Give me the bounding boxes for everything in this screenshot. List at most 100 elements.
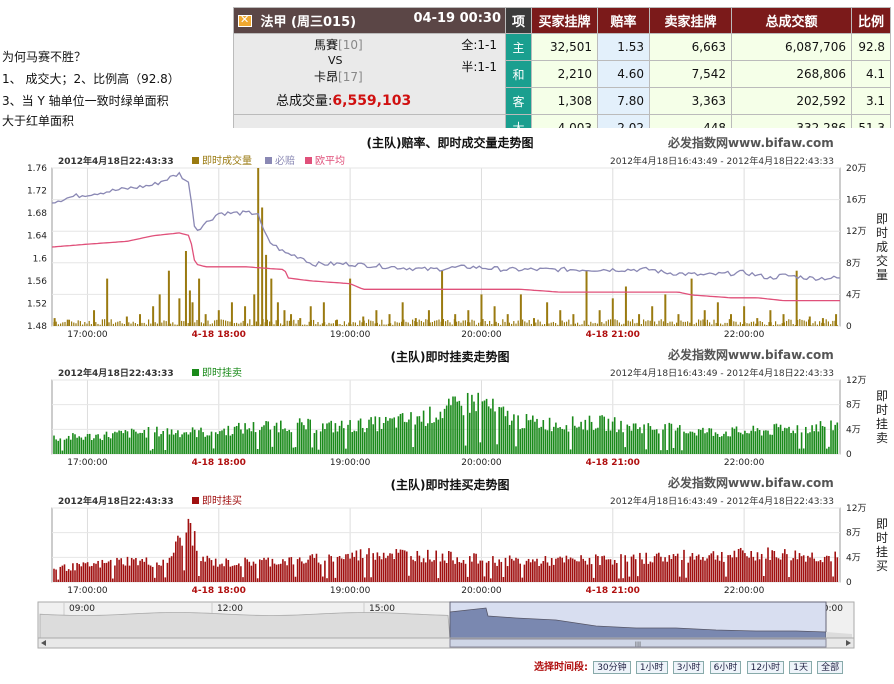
legend-euro-swatch (305, 157, 312, 164)
y-axis-label-char: 挂 (876, 417, 888, 431)
total-volume-label: 总成交量: (276, 94, 333, 109)
y-tick-label: 16万 (846, 196, 866, 206)
sell-legend: 即时挂卖 (202, 366, 242, 379)
y-axis-label-char: 即 (876, 517, 888, 531)
header-buy: 买家挂牌 (531, 7, 599, 34)
y-tick-label: 8万 (846, 529, 861, 539)
y-tick-label: 0 (846, 450, 852, 460)
chart-timestamp: 2012年4月18日22:43:33 (58, 495, 174, 507)
header-item: 项 (504, 7, 533, 34)
y-axis-label-char: 挂 (876, 545, 888, 559)
row-total: 6,087,706 (731, 33, 853, 61)
screen: 为何马赛不胜？ 1、 成交大；2、比例高（92.8） 3、当 Y 轴单位一致时绿… (0, 0, 894, 684)
timeline-tick-label: 12:00 (217, 604, 243, 614)
chart-range-text: 2012年4月18日16:43:49 - 2012年4月18日22:43:33 (610, 367, 834, 379)
row-pct: 3.1 (851, 87, 892, 115)
row-sell: 6,663 (649, 33, 733, 61)
header-pct: 比例 (851, 7, 892, 34)
full-score: 全:1-1 (461, 38, 497, 52)
range-3h-button[interactable]: 3小时 (672, 661, 705, 674)
match-title: 法甲 (周三015) (260, 15, 357, 30)
range-selector: 选择时间段: 30分钟 1小时 3小时 6小时 12小时 1天 全部 (534, 658, 844, 674)
y-axis-label-char: 即 (876, 389, 888, 403)
note-line-3: 3、当 Y 轴单位一致时绿单面积 (2, 94, 169, 108)
row-total: 268,806 (731, 60, 853, 88)
row-pct: 4.1 (851, 60, 892, 88)
y-left-tick-label: 1.48 (27, 322, 47, 332)
home-team-rank: [10] (338, 38, 363, 52)
sell-chart: 17:00:00 4-18 18:00 19:00:00 20:00:00 4-18 2… (51, 366, 888, 468)
range-all-button[interactable]: 全部 (817, 661, 844, 674)
x-tick-label: 22:00:00 (724, 330, 765, 340)
y-tick-label: 0 (846, 578, 852, 588)
x-tick-label: 4-18 18:00 (192, 330, 246, 340)
timeline-history-area (39, 612, 451, 639)
buy-chart: 17:00:00 4-18 18:00 19:00:00 20:00:00 4-18 2… (51, 494, 888, 596)
y-tick-label: 8万 (846, 259, 861, 269)
y-axis-label: 即时挂卖 (876, 389, 888, 445)
row-opt[interactable]: 主 (504, 33, 533, 61)
y-tick-label: 12万 (846, 376, 866, 386)
y-axis-label: 即时挂买 (876, 517, 888, 573)
chart-timestamp: 2012年4月18日22:43:33 (58, 367, 174, 379)
row-total: 202,592 (731, 87, 853, 115)
sell-legend-swatch (192, 369, 199, 376)
x-tick-label: 22:00:00 (724, 586, 765, 596)
y-left-tick-label: 1.64 (27, 232, 47, 242)
x-tick-label: 22:00:00 (724, 458, 765, 468)
y-axis-label-char: 成 (876, 240, 888, 254)
y-left-tick-label: 1.52 (27, 299, 47, 309)
y-tick-label: 12万 (846, 504, 866, 514)
y-left-tick-label: 1.56 (27, 277, 47, 287)
row-odds: 7.80 (597, 87, 651, 115)
range-30min-button[interactable]: 30分钟 (593, 661, 631, 674)
y-axis-label-char: 即 (876, 212, 888, 226)
market-table: 法甲 (周三015) 04-19 00:30 项 买家挂牌 赔率 卖家挂牌 总成… (233, 7, 892, 141)
y-left-tick-label: 1.6 (33, 254, 48, 264)
row-sell: 3,363 (649, 87, 733, 115)
home-team: 馬賽[10] (314, 36, 363, 53)
y-tick-label: 4万 (846, 425, 861, 435)
range-6h-button[interactable]: 6小时 (709, 661, 742, 674)
legend-volume-swatch (192, 157, 199, 164)
note-line-1: 为何马赛不胜？ (2, 50, 87, 64)
header-sell: 卖家挂牌 (649, 7, 733, 34)
range-1d-button[interactable]: 1天 (789, 661, 812, 674)
x-tick-label: 19:00:00 (330, 458, 371, 468)
y-axis-label-char: 买 (876, 559, 888, 573)
match-info: 馬賽[10] 全:1-1 VS 半:1-1 卡昂[17] 总成交量:6,559,… (233, 33, 506, 115)
row-buy: 2,210 (531, 60, 599, 88)
x-tick-label: 20:00:00 (461, 458, 502, 468)
y-left-tick-label: 1.72 (27, 187, 47, 197)
note-line-2: 1、 成交大；2、比例高（92.8） (2, 72, 180, 86)
table-row: 馬賽[10] 全:1-1 VS 半:1-1 卡昂[17] 总成交量:6,559,… (233, 33, 892, 115)
y-axis-label-char: 时 (876, 531, 888, 545)
x-tick-label: 17:00:00 (67, 330, 108, 340)
y-tick-label: 8万 (846, 401, 861, 411)
range-1h-button[interactable]: 1小时 (635, 661, 668, 674)
row-opt[interactable]: 客 (504, 87, 533, 115)
watermark: 必发指数网www.bifaw.com (668, 476, 834, 490)
x-tick-label: 17:00:00 (67, 458, 108, 468)
timeline-navigator[interactable]: 09:0012:0015:0018:0021:0000:00III (36, 600, 856, 650)
range-12h-button[interactable]: 12小时 (746, 661, 785, 674)
home-team-name: 馬賽 (314, 38, 339, 52)
x-tick-label: 4-18 18:00 (192, 458, 246, 468)
chart-range-text: 2012年4月18日16:43:49 - 2012年4月18日22:43:33 (610, 495, 834, 507)
y-tick-label: 4万 (846, 553, 861, 563)
match-datetime: 04-19 00:30 (413, 11, 501, 26)
y-axis-label-char: 量 (876, 268, 888, 282)
y-axis-label-char: 卖 (876, 431, 888, 445)
legend-bifa: 必赔 (275, 154, 295, 167)
y-tick-label: 4万 (846, 290, 861, 300)
timeline-scroll-grip: III (635, 641, 641, 649)
legend-bifa-swatch (265, 157, 272, 164)
chart-range-text: 2012年4月18日16:43:49 - 2012年4月18日22:43:33 (610, 155, 834, 167)
away-team: 卡昂[17] (314, 68, 363, 85)
x-tick-label: 19:00:00 (330, 330, 371, 340)
chart-timestamp: 2012年4月18日22:43:33 (58, 155, 174, 167)
row-odds: 1.53 (597, 33, 651, 61)
plot-frame (51, 167, 841, 327)
row-opt[interactable]: 和 (504, 60, 533, 88)
x-tick-label: 4-18 18:00 (192, 586, 246, 596)
